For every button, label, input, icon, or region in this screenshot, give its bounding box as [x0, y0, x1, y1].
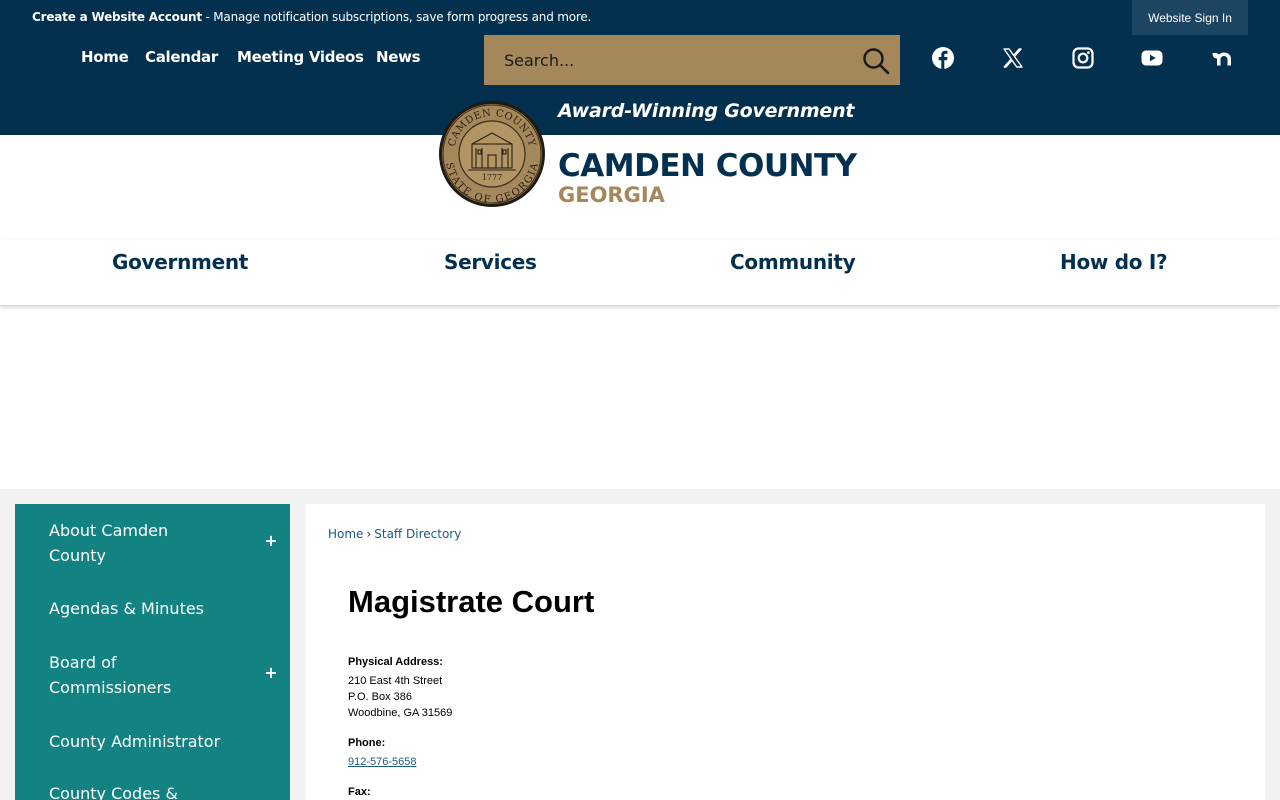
sidebar-item-label: County Codes &: [49, 784, 178, 800]
main-nav-how-do-i[interactable]: How do I?: [1060, 250, 1168, 274]
address-line-1: 210 East 4th Street: [348, 675, 443, 687]
nav-home[interactable]: Home: [81, 48, 129, 66]
facebook-icon[interactable]: [931, 46, 955, 70]
sidebar-item-board-of-commissioners[interactable]: Board of Commissioners: [49, 650, 239, 700]
seal-year: 1777: [482, 173, 502, 182]
sidebar-nav: About Camden County + Agendas & Minutes …: [15, 504, 290, 800]
county-seal-logo[interactable]: CAMDEN COUNTY STATE OF GEORGIA 1777: [438, 100, 546, 208]
fax-label: Fax:: [348, 786, 371, 798]
nav-meeting-videos[interactable]: Meeting Videos: [237, 48, 364, 66]
phone-link[interactable]: 912-576-5658: [348, 756, 417, 768]
sidebar-item-agendas-minutes[interactable]: Agendas & Minutes: [49, 596, 239, 621]
main-content: [305, 504, 1265, 800]
tagline: Award-Winning Government: [558, 100, 855, 122]
search-icon[interactable]: [862, 47, 890, 75]
website-sign-in-button[interactable]: Website Sign In: [1132, 0, 1248, 35]
sidebar-item-county-codes[interactable]: County Codes &: [49, 781, 239, 800]
nav-calendar[interactable]: Calendar: [145, 48, 218, 66]
main-nav-community[interactable]: Community: [730, 250, 856, 274]
breadcrumb-home[interactable]: Home: [328, 527, 363, 541]
page-title: Magistrate Court: [348, 584, 595, 619]
sidebar-item-label: Agendas & Minutes: [49, 599, 205, 618]
sidebar-item-label: Board of: [49, 653, 117, 672]
youtube-icon[interactable]: [1140, 46, 1164, 70]
phone-label: Phone:: [348, 737, 386, 749]
physical-address-label: Physical Address:: [348, 656, 443, 668]
search-input[interactable]: [504, 49, 844, 71]
x-icon[interactable]: [1001, 46, 1025, 70]
page: Create a Website Account - Manage notifi…: [0, 0, 1280, 800]
address-line-3: Woodbine, GA 31569: [348, 707, 453, 719]
sidebar-item-county-administrator[interactable]: County Administrator: [49, 729, 239, 754]
main-nav: Government Services Community How do I?: [0, 240, 1280, 306]
sidebar-item-about-camden-county[interactable]: About Camden County: [49, 518, 239, 568]
main-nav-government[interactable]: Government: [112, 250, 248, 274]
sidebar-item-label: Commissioners: [49, 678, 172, 697]
sidebar-item-label: County Administrator: [49, 732, 221, 751]
expand-icon[interactable]: +: [264, 531, 278, 550]
sidebar-item-label: County: [49, 546, 106, 565]
search-box: [484, 35, 900, 85]
county-name[interactable]: CAMDEN COUNTY: [558, 148, 857, 184]
account-notice: Create a Website Account - Manage notifi…: [32, 10, 591, 24]
create-account-link[interactable]: Create a Website Account: [32, 10, 202, 24]
main-nav-services[interactable]: Services: [444, 250, 537, 274]
account-notice-text: - Manage notification subscriptions, sav…: [201, 10, 592, 24]
state-name: GEORGIA: [558, 183, 665, 207]
breadcrumb: Home › Staff Directory: [328, 527, 461, 541]
instagram-icon[interactable]: [1071, 46, 1095, 70]
breadcrumb-staff-directory[interactable]: Staff Directory: [374, 527, 461, 541]
nav-news[interactable]: News: [376, 48, 421, 66]
address-line-2: P.O. Box 386: [348, 691, 413, 703]
sidebar-item-label: About Camden: [49, 521, 169, 540]
nextdoor-icon[interactable]: [1210, 46, 1234, 70]
breadcrumb-separator: ›: [366, 527, 372, 541]
expand-icon[interactable]: +: [264, 663, 278, 682]
